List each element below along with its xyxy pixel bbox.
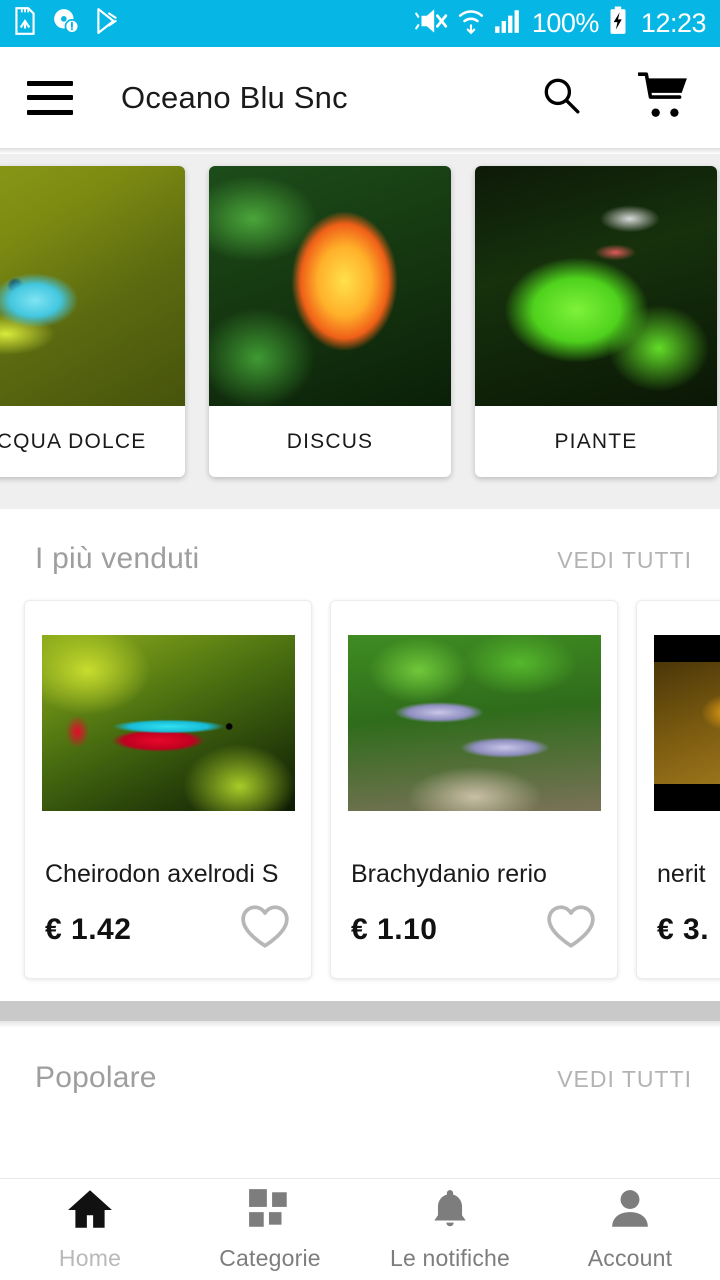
app-bar: Oceano Blu Snc [0,47,720,148]
product-price-row: € 3. [657,903,720,956]
product-image [331,601,617,844]
home-icon [66,1187,114,1236]
disc-warning-icon [52,7,80,40]
signal-icon [493,7,521,40]
category-card-piante[interactable]: PIANTE [475,166,717,477]
page-title: Oceano Blu Snc [121,79,348,115]
product-name: Cheirodon axelrodi S [45,860,279,888]
battery-charging-icon [608,6,628,41]
app-bar-actions [540,71,690,124]
nav-item-account[interactable]: Account [540,1187,720,1272]
heart-outline-icon[interactable] [545,903,597,956]
nav-label: Categorie [219,1245,321,1271]
nav-label: Account [587,1245,673,1271]
bottom-navigation: Home Categorie Le notifiche Account [0,1178,720,1280]
neritina-snail-photo [653,634,720,811]
product-price: € 1.42 [45,912,132,946]
mute-icon [413,6,449,41]
aquarium-plants-photo [475,166,717,406]
category-carousel-track: ACQUA DOLCE DISCUS PIANTE [0,166,720,485]
see-all-link[interactable]: VEDI TUTTI [557,1066,692,1093]
bell-icon [428,1187,472,1236]
product-card[interactable]: Brachydanio rerio € 1.10 [330,600,618,979]
category-label: PIANTE [554,429,638,453]
status-bar-right-icons: 100% 12:23 [413,6,707,41]
heart-outline-icon[interactable] [239,903,291,956]
product-image [637,601,720,844]
product-carousel[interactable]: Cheirodon axelrodi S € 1.42 Brachydanio … [0,576,720,1001]
section-header: I più venduti VEDI TUTTI [0,509,720,576]
product-price-row: € 1.42 [45,903,291,956]
product-info: nerit € 3. [637,844,720,978]
nav-label: Home [58,1245,122,1271]
zebra-danio-photo [347,634,601,811]
category-carousel[interactable]: ACQUA DOLCE DISCUS PIANTE [0,154,720,509]
section-title: I più venduti [35,542,200,575]
cardinal-tetra-photo [41,634,295,811]
nav-label: Le notifiche [389,1245,511,1271]
section-best-sellers: I più venduti VEDI TUTTI Cheirodon axelr… [0,509,720,1001]
product-price-row: € 1.10 [351,903,597,956]
battery-percent-label: 100% [531,8,600,38]
product-image [25,601,311,844]
product-card[interactable]: nerit € 3. [636,600,720,979]
nav-item-notifiche[interactable]: Le notifiche [360,1187,540,1272]
status-bar-left-icons [12,6,120,41]
search-icon[interactable] [540,74,582,121]
category-label: DISCUS [286,429,374,453]
section-title: Popolare [35,1061,157,1094]
category-card-discus[interactable]: DISCUS [209,166,451,477]
discus-fish-photo [209,166,451,406]
status-bar: 100% 12:23 [0,0,720,47]
see-all-link[interactable]: VEDI TUTTI [557,547,692,574]
section-header: Popolare VEDI TUTTI [0,1028,720,1095]
shopping-cart-icon[interactable] [637,71,690,124]
product-price: € 3. [657,912,710,946]
section-divider-shadow [0,1021,720,1028]
product-info: Cheirodon axelrodi S € 1.42 [25,844,311,978]
clock-label: 12:23 [640,8,707,38]
sd-card-icon [12,6,38,41]
category-label: ACQUA DOLCE [0,429,147,453]
person-icon [608,1187,652,1236]
section-popular: Popolare VEDI TUTTI [0,1028,720,1095]
hamburger-menu-icon[interactable] [27,80,73,115]
product-carousel-track: Cheirodon axelrodi S € 1.42 Brachydanio … [0,600,720,979]
category-card-acqua-dolce[interactable]: ACQUA DOLCE [0,166,185,477]
grid-categories-icon [247,1187,293,1236]
product-price: € 1.10 [351,912,438,946]
section-divider [0,1001,720,1021]
product-name: Brachydanio rerio [351,860,547,888]
wifi-icon [458,7,484,40]
product-info: Brachydanio rerio € 1.10 [331,844,617,978]
play-store-icon [94,7,120,40]
product-card[interactable]: Cheirodon axelrodi S € 1.42 [24,600,312,979]
nav-item-categorie[interactable]: Categorie [180,1187,360,1272]
nav-item-home[interactable]: Home [0,1187,180,1272]
guppy-fish-photo [0,166,185,406]
product-name: nerit [657,860,706,888]
